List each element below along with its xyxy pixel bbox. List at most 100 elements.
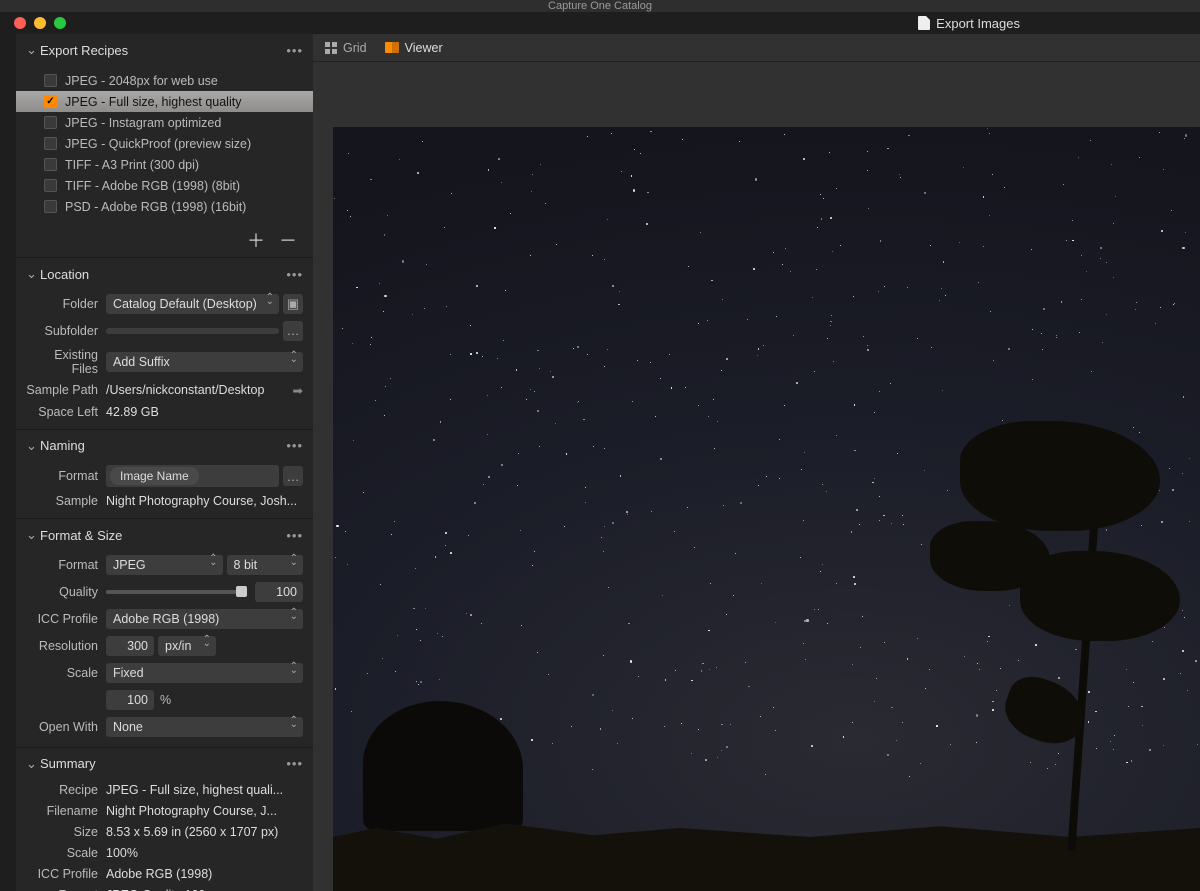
naming-format-input[interactable]: Image Name: [106, 465, 279, 487]
recipe-item[interactable]: JPEG - 2048px for web use: [16, 70, 313, 91]
summary-scale-value: 100%: [106, 846, 303, 860]
summary-scale-label: Scale: [26, 846, 106, 860]
viewer-mode-button[interactable]: Viewer: [385, 41, 443, 55]
sample-path-label: Sample Path: [26, 383, 106, 397]
preview-image: [333, 127, 1200, 891]
viewer-label: Viewer: [405, 41, 443, 55]
format-label: Format: [26, 558, 106, 572]
naming-sample-value: Night Photography Course, Josh...: [106, 494, 303, 508]
export-title: Export Images: [936, 16, 1020, 31]
summary-filename-value: Night Photography Course, J...: [106, 804, 303, 818]
folder-label: Folder: [26, 297, 106, 311]
icc-label: ICC Profile: [26, 612, 106, 626]
recipe-item[interactable]: PSD - Adobe RGB (1998) (16bit): [16, 196, 313, 217]
folder-select[interactable]: Catalog Default (Desktop): [106, 294, 279, 314]
remove-recipe-button[interactable]: －: [279, 227, 297, 253]
sample-path-value: /Users/nickconstant/Desktop: [106, 383, 293, 397]
panel-menu-button[interactable]: •••: [286, 756, 303, 771]
existing-files-label: Existing Files: [26, 348, 106, 376]
recipe-checkbox[interactable]: [44, 200, 57, 213]
resolution-unit-select[interactable]: px/in: [158, 636, 216, 656]
recipe-checkbox[interactable]: [44, 95, 57, 108]
recipe-label: PSD - Adobe RGB (1998) (16bit): [65, 200, 246, 214]
recipe-checkbox[interactable]: [44, 74, 57, 87]
viewer-toolbar: Grid Viewer: [313, 34, 1200, 62]
space-left-label: Space Left: [26, 405, 106, 419]
panel-export-recipes: ⌄ Export Recipes ••• JPEG - 2048px for w…: [16, 34, 313, 258]
summary-size-value: 8.53 x 5.69 in (2560 x 1707 px): [106, 825, 303, 839]
panel-summary: ⌄ Summary ••• RecipeJPEG - Full size, hi…: [16, 748, 313, 891]
bitdepth-select[interactable]: 8 bit: [227, 555, 303, 575]
catalog-title: Capture One Catalog: [548, 0, 652, 12]
resolution-input[interactable]: 300: [106, 636, 154, 656]
panel-menu-button[interactable]: •••: [286, 267, 303, 282]
panel-menu-button[interactable]: •••: [286, 438, 303, 453]
export-header: Export Images: [918, 16, 1020, 31]
subfolder-token-button[interactable]: …: [283, 321, 303, 341]
subfolder-input[interactable]: [106, 328, 279, 334]
openwith-select[interactable]: None: [106, 717, 303, 737]
window-chrome: Export Images: [0, 12, 1200, 34]
chevron-down-icon[interactable]: ⌄: [26, 42, 36, 58]
close-window-button[interactable]: [14, 17, 26, 29]
quality-input[interactable]: 100: [255, 582, 303, 602]
quality-label: Quality: [26, 585, 106, 599]
recipe-label: TIFF - A3 Print (300 dpi): [65, 158, 199, 172]
scale-value-input[interactable]: 100: [106, 690, 154, 710]
add-recipe-button[interactable]: ＋: [247, 227, 265, 253]
chevron-down-icon[interactable]: ⌄: [26, 756, 36, 772]
reveal-path-icon[interactable]: ➡: [293, 383, 303, 398]
recipe-label: TIFF - Adobe RGB (1998) (8bit): [65, 179, 240, 193]
chevron-down-icon[interactable]: ⌄: [26, 527, 36, 543]
panel-naming: ⌄ Naming ••• Format Image Name … Sample …: [16, 430, 313, 520]
recipe-item[interactable]: TIFF - Adobe RGB (1998) (8bit): [16, 175, 313, 196]
summary-recipe-label: Recipe: [26, 783, 106, 797]
naming-token[interactable]: Image Name: [110, 467, 199, 485]
panel-title: Summary: [40, 756, 286, 771]
recipe-item[interactable]: JPEG - Full size, highest quality: [16, 91, 313, 112]
scale-label: Scale: [26, 666, 106, 680]
existing-files-select[interactable]: Add Suffix: [106, 352, 303, 372]
viewer-canvas[interactable]: [313, 62, 1200, 891]
recipe-label: JPEG - Instagram optimized: [65, 116, 221, 130]
panel-format-size: ⌄ Format & Size ••• Format JPEG 8 bit Qu…: [16, 519, 313, 748]
viewer-area: Grid Viewer: [313, 34, 1200, 891]
recipe-item[interactable]: JPEG - Instagram optimized: [16, 112, 313, 133]
summary-icc-value: Adobe RGB (1998): [106, 867, 303, 881]
browse-folder-button[interactable]: ▣: [283, 294, 303, 314]
document-icon: [918, 16, 930, 30]
panel-title: Location: [40, 267, 286, 282]
fullscreen-window-button[interactable]: [54, 17, 66, 29]
summary-recipe-value: JPEG - Full size, highest quali...: [106, 783, 303, 797]
recipe-checkbox[interactable]: [44, 137, 57, 150]
resolution-label: Resolution: [26, 639, 106, 653]
recipe-item[interactable]: JPEG - QuickProof (preview size): [16, 133, 313, 154]
summary-size-label: Size: [26, 825, 106, 839]
panel-menu-button[interactable]: •••: [286, 43, 303, 58]
grid-label: Grid: [343, 41, 367, 55]
viewer-icon: [385, 42, 399, 53]
recipe-label: JPEG - Full size, highest quality: [65, 95, 241, 109]
recipe-checkbox[interactable]: [44, 179, 57, 192]
grid-mode-button[interactable]: Grid: [325, 41, 367, 55]
recipe-list: JPEG - 2048px for web use JPEG - Full siz…: [16, 66, 313, 223]
panel-title: Export Recipes: [40, 43, 286, 58]
recipe-item[interactable]: TIFF - A3 Print (300 dpi): [16, 154, 313, 175]
recipe-checkbox[interactable]: [44, 158, 57, 171]
quality-slider[interactable]: [106, 590, 247, 594]
summary-filename-label: Filename: [26, 804, 106, 818]
scale-mode-select[interactable]: Fixed: [106, 663, 303, 683]
left-gutter: [0, 34, 16, 891]
chevron-down-icon[interactable]: ⌄: [26, 438, 36, 454]
recipe-checkbox[interactable]: [44, 116, 57, 129]
panel-menu-button[interactable]: •••: [286, 528, 303, 543]
chevron-down-icon[interactable]: ⌄: [26, 266, 36, 282]
naming-token-button[interactable]: …: [283, 466, 303, 486]
subfolder-label: Subfolder: [26, 324, 106, 338]
titlebar: Capture One Catalog: [0, 0, 1200, 12]
grid-icon: [325, 42, 337, 54]
format-select[interactable]: JPEG: [106, 555, 223, 575]
minimize-window-button[interactable]: [34, 17, 46, 29]
icc-select[interactable]: Adobe RGB (1998): [106, 609, 303, 629]
sidebar: ⌄ Export Recipes ••• JPEG - 2048px for w…: [16, 34, 313, 891]
